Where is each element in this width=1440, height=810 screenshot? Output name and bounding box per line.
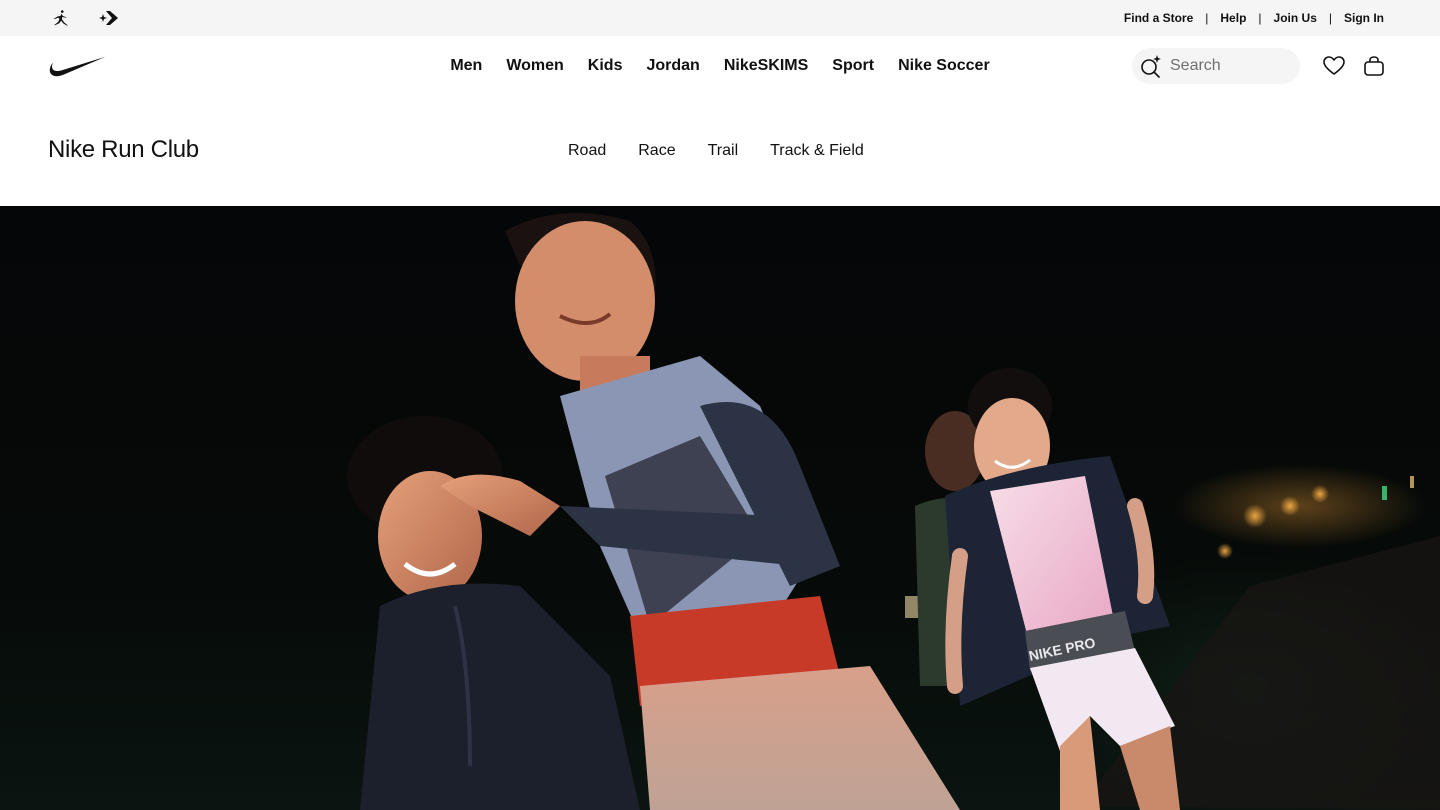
subnav-track-field[interactable]: Track & Field xyxy=(770,142,864,160)
heart-icon[interactable] xyxy=(1322,54,1346,78)
nav-women[interactable]: Women xyxy=(494,57,575,75)
subnav-race[interactable]: Race xyxy=(638,142,675,160)
converse-icon[interactable] xyxy=(98,9,120,27)
utility-links: Find a Store | Help | Join Us | Sign In xyxy=(1124,0,1384,36)
search-input[interactable] xyxy=(1170,57,1280,75)
main-header: Men Women Kids Jordan NikeSKIMS Sport Ni… xyxy=(0,36,1440,96)
subnav-trail[interactable]: Trail xyxy=(708,142,739,160)
sub-header: Nike Run Club Road Race Trail Track & Fi… xyxy=(0,96,1440,206)
sub-nav: Road Race Trail Track & Field xyxy=(568,142,896,160)
search-box[interactable] xyxy=(1132,48,1300,84)
nav-kids[interactable]: Kids xyxy=(576,57,635,75)
night-runners-photo: NIKE PRO xyxy=(347,213,1440,810)
nav-nikeskims[interactable]: NikeSKIMS xyxy=(712,57,820,75)
divider: | xyxy=(1328,11,1332,25)
join-us-link[interactable]: Join Us xyxy=(1274,11,1317,25)
subnav-road[interactable]: Road xyxy=(568,142,606,160)
utility-bar: Find a Store | Help | Join Us | Sign In xyxy=(0,0,1440,36)
nav-men[interactable]: Men xyxy=(438,57,494,75)
hero-image[interactable]: NIKE PRO xyxy=(0,206,1440,810)
divider: | xyxy=(1258,11,1262,25)
nav-jordan[interactable]: Jordan xyxy=(634,57,711,75)
nav-nike-soccer[interactable]: Nike Soccer xyxy=(886,57,1002,75)
page-title: Nike Run Club xyxy=(48,136,199,163)
sign-in-link[interactable]: Sign In xyxy=(1344,11,1384,25)
help-link[interactable]: Help xyxy=(1220,11,1246,25)
divider: | xyxy=(1205,11,1209,25)
nav-sport[interactable]: Sport xyxy=(820,57,886,75)
search-icon[interactable] xyxy=(1139,54,1163,78)
find-store-link[interactable]: Find a Store xyxy=(1124,11,1193,25)
bag-icon[interactable] xyxy=(1362,54,1386,78)
jordan-jumpman-icon[interactable] xyxy=(51,9,71,27)
